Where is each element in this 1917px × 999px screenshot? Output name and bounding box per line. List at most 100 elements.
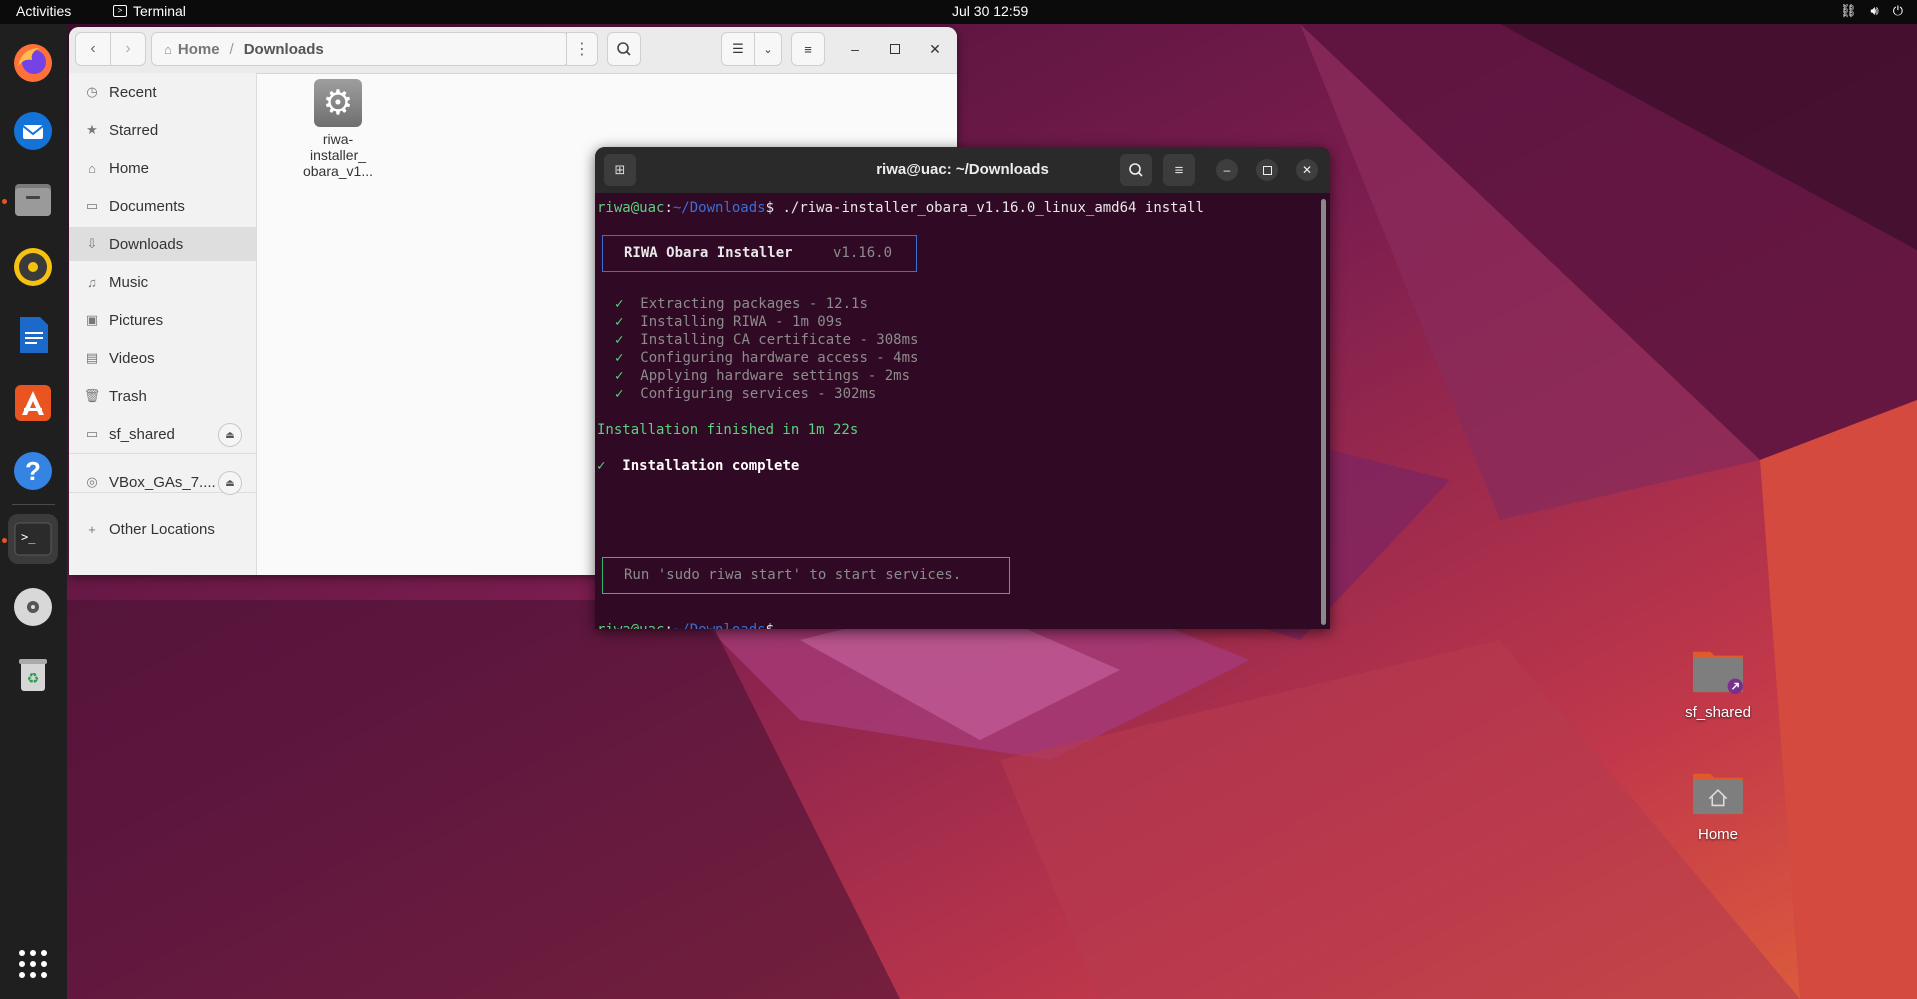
- sidebar-item-trash[interactable]: 🗑︎ Trash: [69, 379, 256, 413]
- writer-icon[interactable]: [8, 310, 58, 360]
- sidebar-item-downloads[interactable]: ⇩ Downloads: [69, 227, 256, 261]
- minimize-button[interactable]: –: [843, 37, 867, 61]
- dvd-icon[interactable]: [8, 582, 58, 632]
- sidebar-item-label: Starred: [109, 121, 159, 139]
- eject-icon[interactable]: ⏏: [218, 471, 242, 495]
- system-tray[interactable]: ⛓ 🔊︎ ⏻: [1840, 3, 1903, 19]
- prompt-user: riwa@uac: [597, 622, 664, 629]
- app-grid-icon[interactable]: [8, 939, 58, 989]
- thunderbird-icon[interactable]: [8, 106, 58, 156]
- check-icon: ✓: [615, 368, 624, 384]
- view-list-button[interactable]: ☰: [721, 32, 755, 66]
- sidebar-item-documents[interactable]: ▭ Documents: [69, 189, 256, 223]
- step-text: Installing CA certificate - 308ms: [640, 332, 919, 348]
- prompt-dollar: $: [765, 200, 775, 216]
- step-line: ✓ Configuring services - 302ms: [597, 385, 876, 403]
- files-sidebar: ◷ Recent ★ Starred ⌂ Home ▭ Documents ⇩ Downl…: [69, 73, 257, 575]
- minimize-icon: –: [1223, 163, 1231, 177]
- file-name-line: obara_v1...: [302, 163, 374, 179]
- help-icon[interactable]: ?: [8, 446, 58, 496]
- path-menu-button[interactable]: ⋮: [566, 32, 598, 66]
- hint-box: Run 'sudo riwa start' to start services.: [602, 557, 1010, 594]
- app-center-icon[interactable]: [8, 378, 58, 428]
- sidebar-item-label: Home: [109, 159, 150, 177]
- sidebar-item-pictures[interactable]: ▣ Pictures: [69, 303, 256, 337]
- executable-gear-icon: ⚙: [314, 79, 362, 127]
- forward-button[interactable]: ›: [110, 32, 146, 66]
- check-icon: ✓: [615, 332, 624, 348]
- sidebar-item-recent[interactable]: ◷ Recent: [69, 75, 256, 109]
- search-button[interactable]: [607, 32, 641, 66]
- download-icon: ⇩: [86, 236, 98, 251]
- activities-button[interactable]: Activities: [16, 3, 71, 19]
- step-text: Configuring services - 302ms: [640, 386, 877, 402]
- breadcrumb: ⌂ Home / Downloads: [151, 32, 569, 66]
- command-text: ./riwa-installer_obara_v1.16.0_linux_amd…: [774, 200, 1204, 216]
- app-menu[interactable]: > Terminal: [113, 3, 186, 19]
- sidebar-item-label: Videos: [109, 349, 155, 367]
- sidebar-item-label: Recent: [109, 83, 157, 101]
- desktop-icon-home[interactable]: Home: [1668, 768, 1768, 843]
- desktop-icon-label: sf_shared: [1685, 704, 1751, 721]
- terminal-output[interactable]: riwa@uac:~/Downloads$ ./riwa-installer_o…: [597, 193, 1317, 629]
- prompt-user: riwa@uac: [597, 200, 665, 216]
- prompt-line: riwa@uac:~/Downloads$: [597, 621, 774, 629]
- files-icon[interactable]: [8, 174, 58, 224]
- maximize-button[interactable]: [883, 37, 907, 61]
- chevron-down-icon: ⌄: [763, 43, 773, 56]
- close-button[interactable]: ✕: [923, 37, 947, 61]
- maximize-icon: [890, 44, 900, 54]
- top-bar: Activities > Terminal Jul 30 12:59 ⛓ 🔊︎ …: [0, 0, 1917, 24]
- breadcrumb-home[interactable]: Home: [178, 41, 220, 58]
- terminal-scrollbar[interactable]: [1321, 199, 1326, 625]
- prompt-colon: :: [664, 622, 672, 629]
- check-icon: ✓: [615, 350, 624, 366]
- back-button[interactable]: ‹: [75, 32, 111, 66]
- breadcrumb-current[interactable]: Downloads: [244, 41, 324, 58]
- finished-line: Installation finished in 1m 22s: [597, 422, 859, 438]
- step-line: ✓ Installing CA certificate - 308ms: [597, 331, 918, 349]
- installer-title: RIWA Obara Installer: [624, 245, 793, 261]
- installer-title-box: RIWA Obara Installer v1.16.0: [602, 235, 917, 272]
- firefox-icon[interactable]: [8, 38, 58, 88]
- step-line: ✓ Applying hardware settings - 2ms: [597, 367, 910, 385]
- chevron-right-icon: ›: [125, 40, 131, 57]
- sidebar-item-home[interactable]: ⌂ Home: [69, 151, 256, 185]
- video-icon: ▤: [85, 350, 99, 365]
- dock-separator: [12, 504, 55, 505]
- sidebar-item-starred[interactable]: ★ Starred: [69, 113, 256, 147]
- terminal-maximize-button[interactable]: [1256, 159, 1278, 181]
- breadcrumb-separator: /: [229, 40, 234, 58]
- star-icon: ★: [86, 122, 98, 137]
- terminal-menu-button[interactable]: ≡: [1163, 154, 1195, 186]
- volume-icon: 🔊︎: [1870, 3, 1879, 18]
- main-menu-button[interactable]: ≡: [791, 32, 825, 66]
- network-icon: ⛓: [1839, 3, 1857, 18]
- terminal-minimize-button[interactable]: –: [1216, 159, 1238, 181]
- sidebar-item-sf-shared[interactable]: ▭ sf_shared ⏏: [69, 417, 256, 451]
- step-line: ✓ Extracting packages - 12.1s: [597, 295, 868, 313]
- clock[interactable]: Jul 30 12:59: [952, 3, 1028, 19]
- terminal-headerbar: riwa@uac: ~/Downloads ⊞ ≡ – ✕: [595, 147, 1330, 193]
- new-tab-button[interactable]: ⊞: [604, 154, 636, 186]
- terminal-close-button[interactable]: ✕: [1296, 159, 1318, 181]
- file-name-line: installer_: [309, 147, 367, 163]
- dock: ? >_ ♻: [0, 24, 67, 999]
- sidebar-item-music[interactable]: ♫ Music: [69, 265, 256, 299]
- file-riwa-installer[interactable]: ⚙ riwa- installer_ obara_v1...: [289, 79, 387, 179]
- home-icon: ⌂: [164, 41, 172, 57]
- view-options-button[interactable]: ⌄: [754, 32, 782, 66]
- step-line: ✓ Installing RIWA - 1m 09s: [597, 313, 843, 331]
- complete-text: Installation complete: [622, 458, 800, 474]
- sidebar-item-videos[interactable]: ▤ Videos: [69, 341, 256, 375]
- desktop-icon-sf-shared[interactable]: sf_shared: [1668, 646, 1768, 721]
- sidebar-item-vbox-gas[interactable]: ◎ VBox_GAs_7.... ⏏: [69, 465, 256, 499]
- rhythmbox-icon[interactable]: [8, 242, 58, 292]
- trash-icon[interactable]: ♻: [8, 650, 58, 700]
- home-icon: ⌂: [88, 160, 96, 176]
- eject-icon[interactable]: ⏏: [218, 423, 242, 447]
- terminal-icon[interactable]: >_: [8, 514, 58, 564]
- sidebar-item-other-locations[interactable]: + Other Locations: [69, 512, 256, 546]
- music-icon: ♫: [87, 274, 97, 290]
- terminal-search-button[interactable]: [1120, 154, 1152, 186]
